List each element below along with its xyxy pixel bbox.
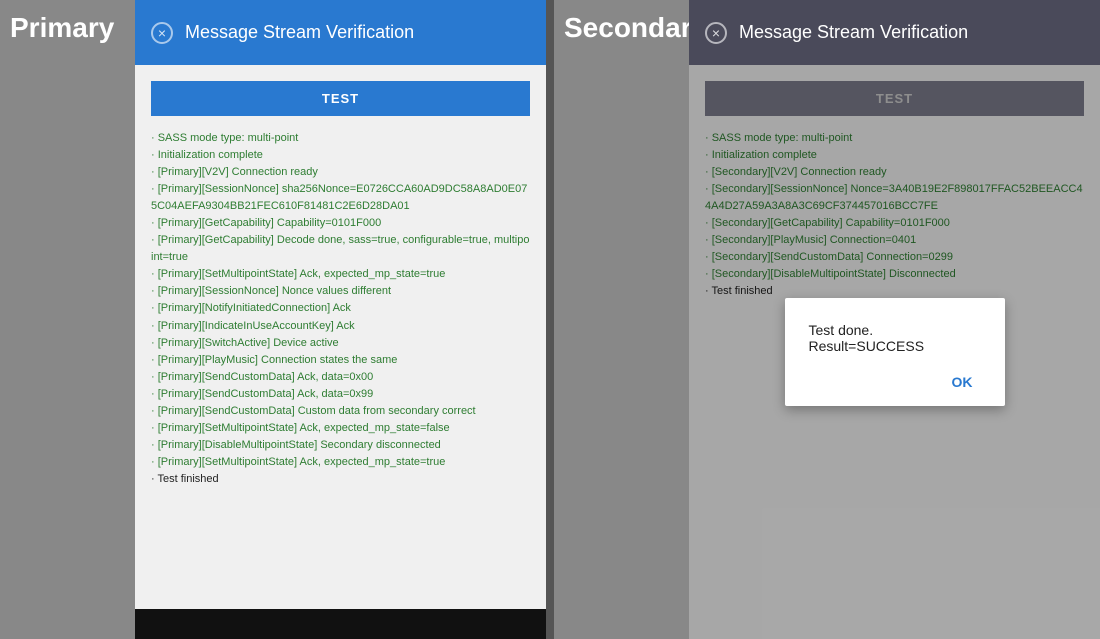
log-line: · [Primary][PlayMusic] Connection states… — [151, 352, 530, 369]
log-line: · [Primary][GetCapability] Decode done, … — [151, 232, 530, 266]
primary-device-panel: × Message Stream Verification TEST · SAS… — [135, 0, 546, 639]
log-line: · [Primary][SendCustomData] Ack, data=0x… — [151, 386, 530, 403]
primary-header-title: Message Stream Verification — [185, 22, 414, 43]
log-line: · [Primary][SendCustomData] Custom data … — [151, 403, 530, 420]
primary-log-area: · SASS mode type: multi-point· Initializ… — [151, 130, 530, 488]
log-line: · [Primary][NotifyInitiatedConnection] A… — [151, 300, 530, 317]
log-line: · Initialization complete — [151, 147, 530, 164]
result-dialog: Test done. Result=SUCCESS OK — [785, 298, 1005, 406]
primary-panel-wrapper: Primary × Message Stream Verification TE… — [0, 0, 546, 639]
primary-bottom-bar — [135, 609, 546, 639]
log-line: · Test finished — [151, 471, 530, 488]
secondary-device-panel: × Message Stream Verification TEST · SAS… — [689, 0, 1100, 639]
dialog-overlay: Test done. Result=SUCCESS OK — [689, 65, 1100, 639]
primary-close-button[interactable]: × — [151, 22, 173, 44]
log-line: · [Primary][GetCapability] Capability=01… — [151, 215, 530, 232]
primary-content-area: TEST · SASS mode type: multi-point· Init… — [135, 65, 546, 609]
log-line: · [Primary][SwitchActive] Device active — [151, 335, 530, 352]
dialog-message: Test done. Result=SUCCESS — [809, 322, 981, 354]
log-line: · SASS mode type: multi-point — [151, 130, 530, 147]
secondary-header-title: Message Stream Verification — [739, 22, 968, 43]
primary-test-button[interactable]: TEST — [151, 81, 530, 116]
primary-label-bar: Primary — [0, 0, 135, 639]
secondary-header-bar: × Message Stream Verification — [689, 0, 1100, 65]
primary-label: Primary — [10, 12, 114, 44]
log-line: · [Primary][SetMultipointState] Ack, exp… — [151, 266, 530, 283]
secondary-label-bar: Secondary — [554, 0, 689, 639]
log-line: · [Primary][V2V] Connection ready — [151, 164, 530, 181]
log-line: · [Primary][SessionNonce] Nonce values d… — [151, 283, 530, 300]
log-line: · [Primary][SetMultipointState] Ack, exp… — [151, 454, 530, 471]
log-line: · [Primary][SessionNonce] sha256Nonce=E0… — [151, 181, 530, 215]
secondary-close-icon: × — [712, 25, 720, 41]
secondary-label: Secondary — [564, 12, 707, 44]
dialog-ok-button[interactable]: OK — [944, 370, 981, 394]
panel-divider — [546, 0, 554, 639]
secondary-content-area: TEST · SASS mode type: multi-point· Init… — [689, 65, 1100, 639]
dialog-ok-area: OK — [809, 370, 981, 394]
primary-header-bar: × Message Stream Verification — [135, 0, 546, 65]
log-line: · [Primary][SendCustomData] Ack, data=0x… — [151, 369, 530, 386]
log-line: · [Primary][IndicateInUseAccountKey] Ack — [151, 318, 530, 335]
primary-close-icon: × — [158, 25, 166, 41]
secondary-close-button[interactable]: × — [705, 22, 727, 44]
log-line: · [Primary][DisableMultipointState] Seco… — [151, 437, 530, 454]
secondary-panel-wrapper: Secondary × Message Stream Verification … — [554, 0, 1100, 639]
log-line: · [Primary][SetMultipointState] Ack, exp… — [151, 420, 530, 437]
